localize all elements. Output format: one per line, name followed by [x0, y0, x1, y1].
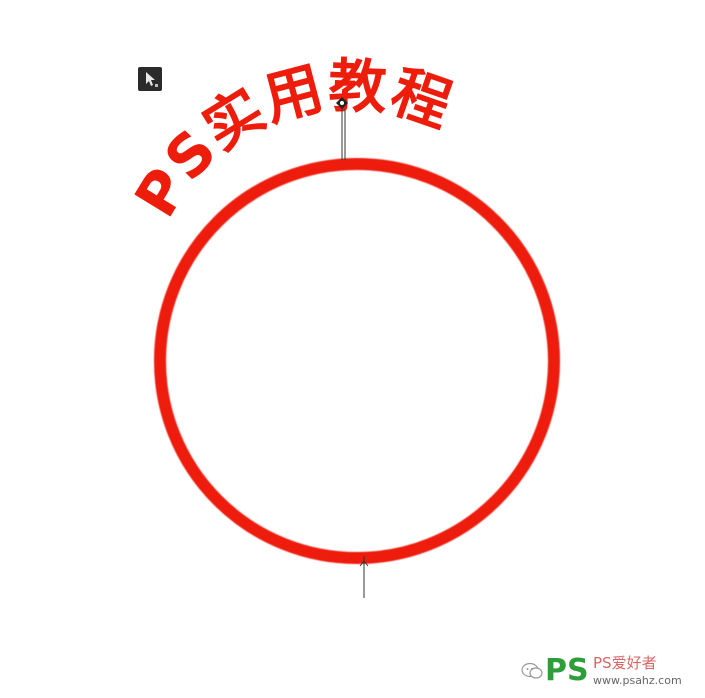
photoshop-canvas[interactable]: PS实用教程 PS PS爱好者 www.psahz.com [0, 0, 705, 698]
watermark: PS PS爱好者 www.psahz.com [521, 652, 691, 692]
watermark-channel-text: PS爱好者 [593, 654, 657, 672]
arc-text[interactable]: PS实用教程 [122, 52, 461, 229]
red-circle-ring[interactable] [154, 158, 560, 564]
arc-text-path: PS实用教程 [122, 52, 460, 229]
artwork: PS实用教程 [122, 52, 560, 598]
watermark-url: www.psahz.com [593, 674, 682, 687]
wechat-icon [521, 662, 543, 679]
svg-text:PS: PS [545, 653, 589, 688]
